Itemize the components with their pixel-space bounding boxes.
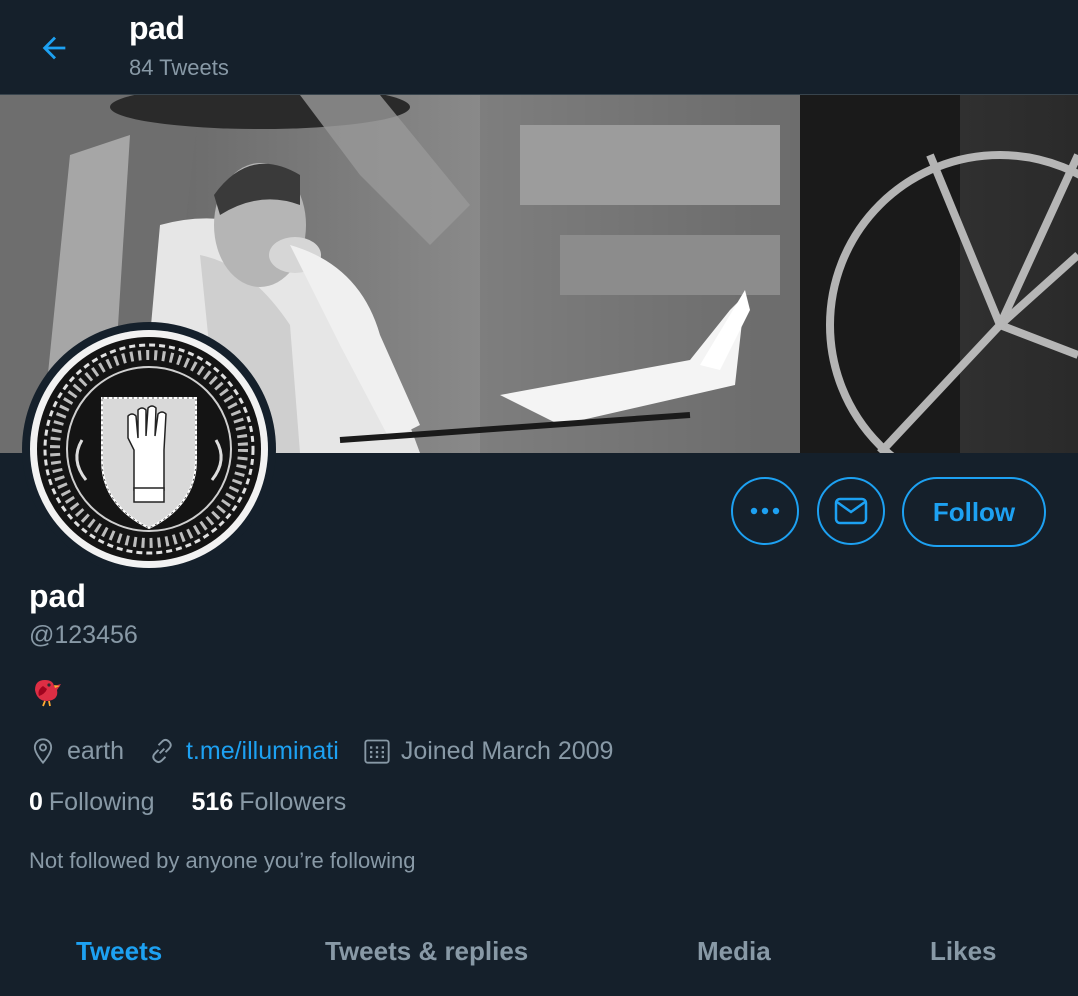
profile-avatar[interactable] [22,322,276,576]
seal-avatar-image [30,330,268,568]
more-options-button[interactable] [731,477,799,545]
header-title: pad [129,10,185,46]
link-icon [152,738,172,764]
location-item: earth [29,737,124,766]
red-bird-emoji [29,672,65,708]
tweet-count: 84 Tweets [129,55,229,80]
following-label: Following [48,788,155,816]
profile-header: pad 84 Tweets [0,0,1078,95]
display-name: pad [29,578,86,614]
profile-page: pad 84 Tweets Follow pad @123456 earth t… [0,0,1078,996]
envelope-icon [834,497,868,525]
location-text: earth [67,736,124,765]
message-button[interactable] [817,477,885,545]
user-handle: @123456 [29,621,138,649]
tab-tweets[interactable]: Tweets [76,936,162,967]
website-item: t.me/illuminati [148,737,339,766]
profile-meta: earth t.me/illuminati Joined March 2009 [29,733,637,769]
followers-label: Followers [239,788,347,816]
following-count: 0 [29,788,43,816]
following-link[interactable]: 0 Following [29,788,155,817]
calendar-icon [364,739,390,764]
joined-item: Joined March 2009 [363,736,614,766]
tab-media[interactable]: Media [697,936,771,967]
not-followed-notice: Not followed by anyone you’re following [29,848,416,873]
back-button[interactable] [28,22,80,74]
website-link[interactable]: t.me/illuminati [186,737,339,766]
profile-tabs: Tweets Tweets & replies Media Likes [0,920,1078,996]
tab-tweets-replies[interactable]: Tweets & replies [325,936,528,967]
more-horizontal-icon [750,507,780,515]
followers-count: 516 [191,788,234,816]
followers-link[interactable]: 516 Followers [192,788,347,817]
joined-text: Joined March 2009 [400,736,614,765]
location-pin-icon [33,738,53,765]
arrow-left-icon [42,36,66,60]
follow-button[interactable]: Follow [902,477,1046,547]
follow-counts: 0 Following 516 Followers [29,788,383,817]
tab-likes[interactable]: Likes [930,936,997,967]
